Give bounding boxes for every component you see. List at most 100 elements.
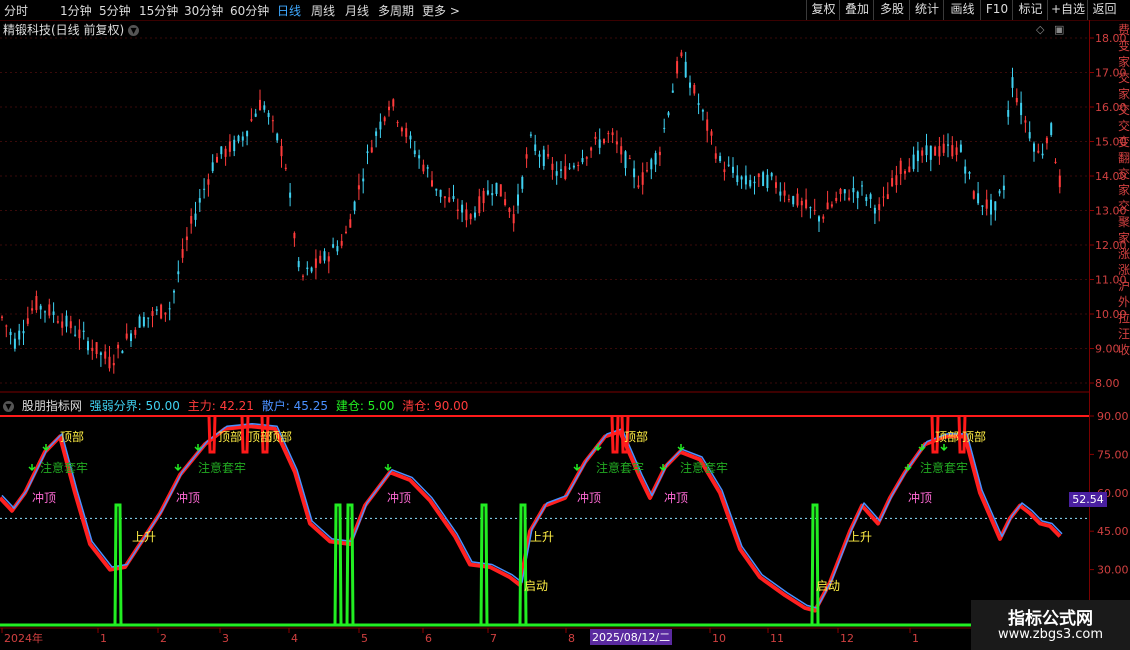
candle-body [35,295,38,311]
candle-body [276,133,279,141]
tab-multi-period[interactable]: 多周期 [378,2,414,19]
down-arrow-icon [28,464,36,472]
build-signal-spike [810,503,820,626]
candle-body [207,179,210,185]
candle-body [323,251,326,261]
tab-15min[interactable]: 15分钟 [139,2,178,19]
indicator-header: ▼ 股朋指标网 强弱分界: 50.00 主力: 42.21 散户: 45.25 … [3,397,472,414]
candle-body [981,205,984,207]
candle-body [908,166,911,173]
tab-timeshare[interactable]: 分时 [4,2,28,19]
candle-body [693,84,696,94]
overlay-button[interactable]: 叠加 [839,0,874,20]
candle-body [792,196,795,205]
candle-body [104,351,107,359]
candle-body [628,158,631,160]
candle-body [895,175,898,186]
candle-body [998,190,1001,194]
tab-weekly[interactable]: 周线 [311,2,335,19]
candle-body [891,178,894,187]
candle-body [714,153,717,159]
tab-30min[interactable]: 30分钟 [184,2,223,19]
down-arrow-icon [940,444,948,452]
stock-title-text: 精锻科技(日线 前复权) [3,23,125,37]
tab-5min[interactable]: 5分钟 [99,2,131,19]
candle-body [259,99,261,111]
multi-stock-button[interactable]: 多股 [873,0,910,20]
cursor-date: 2025/08/12/二 [590,629,673,645]
statistics-button[interactable]: 统计 [909,0,944,20]
candle-body [985,199,988,209]
candle-body [39,305,42,310]
mark-button[interactable]: 标记 [1012,0,1048,20]
candle-body [990,199,992,215]
chevron-down-icon[interactable]: ▼ [128,25,140,36]
candle-body [749,180,752,187]
down-arrow-icon [573,464,581,472]
candle-body [461,204,464,213]
time-tick-label: 1 [100,632,107,645]
candle-body [486,190,489,195]
axis-separator [1089,20,1090,645]
candle-body [95,342,98,354]
indicator-tick-label: 45.00 [1097,525,1129,538]
candle-body [964,166,967,174]
candle-body [147,317,150,319]
candle-body [607,133,610,135]
candle-body [779,191,782,196]
candle-body [1037,150,1040,153]
candle-body [194,213,197,220]
candle-body [431,180,433,187]
tab-monthly[interactable]: 月线 [345,2,369,19]
candle-body [332,244,335,248]
window-icons: ◇ ▣ [1036,23,1064,36]
candle-body [190,215,193,224]
back-button[interactable]: 返回 [1087,0,1121,20]
indicator-name: 股朋指标网 [21,399,82,413]
time-tick-label: 5 [361,632,368,645]
candle-body [491,193,494,196]
candle-body [882,196,885,198]
chart-canvas[interactable]: 18.0017.0016.0015.0014.0013.0012.0011.00… [0,0,1130,650]
candle-body [306,267,309,270]
candle-body [78,329,81,339]
candle-body [271,120,274,122]
indicator-annotation: 启动 [524,579,548,593]
f10-button[interactable]: F10 [980,0,1013,20]
candle-body [947,144,949,146]
candle-body [1041,153,1044,156]
candle-body [861,185,863,187]
diamond-icon[interactable]: ◇ [1036,23,1044,36]
add-favorite-button[interactable]: +自选 [1047,0,1088,20]
candle-body [611,132,614,136]
candle-body [250,119,253,121]
maximize-icon[interactable]: ▣ [1054,23,1064,36]
price-tick-label: 8.00 [1095,377,1120,390]
candle-body [873,207,876,214]
candle-body [246,131,249,137]
draw-line-button[interactable]: 画线 [943,0,981,20]
candle-body [160,304,163,319]
indicator-tick-label: 75.00 [1097,448,1129,461]
indicator-annotation: 注意套牢 [198,460,246,475]
candle-body [220,146,223,155]
candle-body [448,197,451,202]
chevron-down-icon[interactable]: ▼ [3,401,14,412]
candle-body [813,209,816,211]
candle-body [676,61,679,74]
tab-60min[interactable]: 60分钟 [230,2,269,19]
tab-daily[interactable]: 日线 [277,2,301,19]
candle-body [568,167,571,169]
candle-body [736,175,739,182]
restore-right-button[interactable]: 复权 [806,0,840,20]
candle-body [783,190,786,196]
candle-body [762,172,765,186]
indicator-annotation: 冲顶 [387,490,411,505]
top-signal-spike [240,415,250,454]
tab-more[interactable]: 更多 > [422,2,460,19]
candle-body [99,352,102,355]
tab-1min[interactable]: 1分钟 [60,2,92,19]
current-value-badge: 52.54 [1069,492,1107,507]
candle-body [61,321,64,328]
candle-body [69,321,72,329]
